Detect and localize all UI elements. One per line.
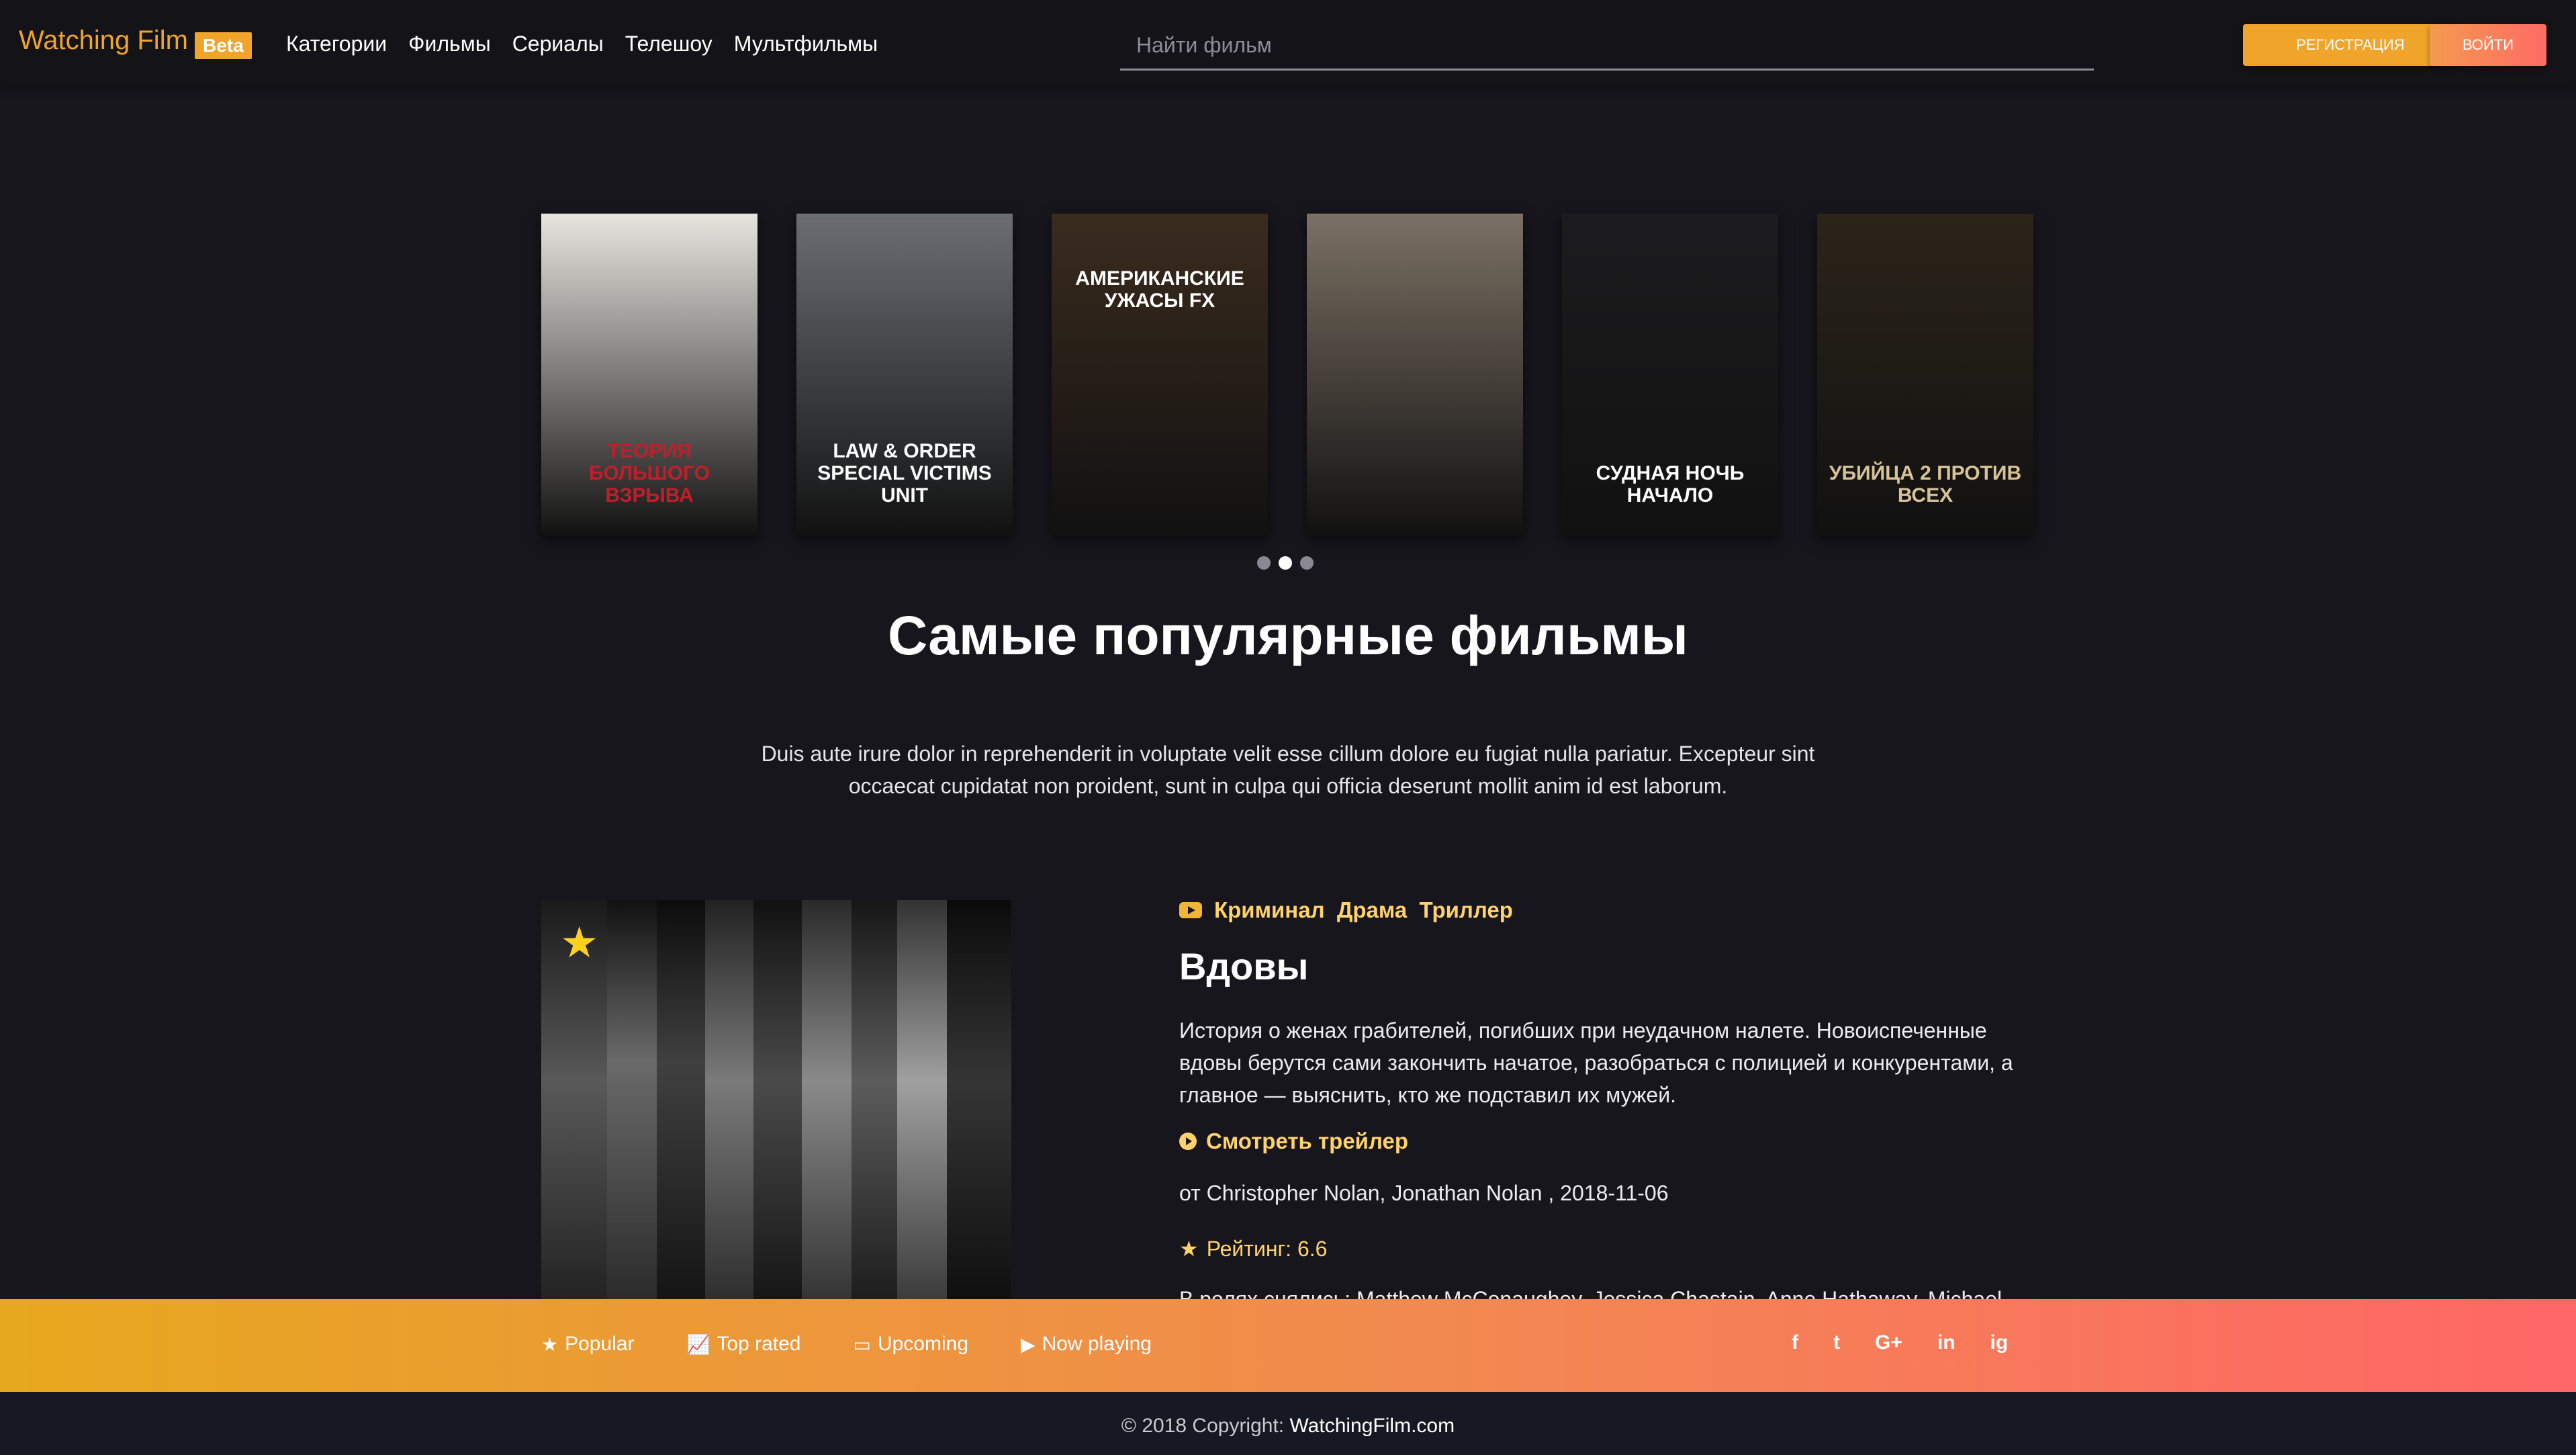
section-description: Duis aute irure dolor in reprehenderit i… [761, 742, 1815, 798]
carousel-poster[interactable]: УБИЙЦА 2 ПРОТИВ ВСЕХ [1817, 214, 2033, 536]
chart-icon: 📈 [686, 1333, 710, 1355]
carousel-dot[interactable] [1279, 556, 1292, 570]
google-plus-icon[interactable]: G+ [1875, 1331, 1902, 1354]
poster-title: ТЕОРИЯ БОЛЬШОГО ВЗРЫВА [588, 440, 710, 506]
carousel-poster[interactable]: СУДНАЯ НОЧЬ НАЧАЛО [1562, 214, 1778, 536]
register-button[interactable]: РЕГИСТРАЦИЯ [2243, 24, 2458, 66]
copyright-prefix: © 2018 Copyright: [1121, 1415, 1285, 1437]
facebook-icon[interactable]: f [1792, 1331, 1798, 1354]
carousel-dots [1257, 556, 1314, 570]
search-bar [1120, 20, 2094, 71]
footer-link-upcoming[interactable]: ▭ Upcoming [853, 1333, 968, 1356]
poster-title: АМЕРИКАНСКИЕ УЖАСЫ FX [1075, 267, 1244, 312]
section-title: Самые популярные фильмы [888, 605, 1688, 666]
footer-nav: ★ Popular 📈 Top rated ▭ Upcoming ▶ Now p… [0, 1299, 2576, 1392]
star-icon: ★ [1179, 1237, 1199, 1261]
carousel-dot[interactable] [1257, 556, 1271, 570]
brand-logo[interactable]: Watching Film [19, 26, 188, 56]
beta-badge: Beta [195, 32, 252, 59]
film-rating: ★ Рейтинг: 6.6 [1179, 1236, 1327, 1262]
footer-link-top-rated[interactable]: 📈 Top rated [687, 1333, 801, 1356]
social-links: f t G+ in ig [1792, 1331, 2008, 1354]
footer-link-now-playing[interactable]: ▶ Now playing [1021, 1333, 1152, 1356]
film-description: История о женах грабителей, погибших при… [1179, 1018, 2013, 1107]
poster-title: LAW & ORDER SPECIAL VICTIMS UNIT [817, 440, 992, 506]
footer-link-label: Now playing [1042, 1333, 1152, 1355]
carousel-dot[interactable] [1300, 556, 1314, 570]
film-meta: от Christopher Nolan, Jonathan Nolan , 2… [1179, 1181, 1669, 1205]
top-navbar: Watching Film Beta Категории Фильмы Сери… [0, 0, 2576, 86]
copyright-text: © 2018 Copyright: WatchingFilm.com [0, 1415, 2576, 1438]
search-input[interactable] [1135, 30, 2078, 60]
youtube-icon [1179, 902, 1202, 918]
film-poster[interactable]: ★ [541, 900, 1011, 1303]
copyright-site-link[interactable]: WatchingFilm.com [1289, 1415, 1455, 1437]
carousel-poster[interactable]: ТЕОРИЯ БОЛЬШОГО ВЗРЫВА [541, 214, 757, 536]
poster-title: СУДНАЯ НОЧЬ НАЧАЛО [1596, 462, 1745, 506]
nav-categories[interactable]: Категории [286, 32, 387, 56]
tv-icon: ▭ [853, 1333, 871, 1355]
twitter-icon[interactable]: t [1833, 1331, 1840, 1354]
carousel-poster[interactable]: LAW & ORDER SPECIAL VICTIMS UNIT [796, 214, 1013, 536]
film-title[interactable]: Вдовы [1179, 944, 1308, 988]
login-button[interactable]: ВОЙТИ [2430, 24, 2546, 66]
poster-title: УБИЙЦА 2 ПРОТИВ ВСЕХ [1829, 462, 2022, 506]
favorite-star-icon[interactable]: ★ [560, 918, 598, 968]
nav-series[interactable]: Сериалы [512, 32, 604, 56]
trailer-label: Смотреть трейлер [1206, 1129, 1408, 1153]
footer-link-label: Upcoming [877, 1333, 969, 1355]
footer-link-label: Popular [565, 1333, 635, 1355]
carousel-poster[interactable]: АМЕРИКАНСКИЕ УЖАСЫ FX [1052, 214, 1268, 536]
footer-link-label: Top rated [717, 1333, 801, 1355]
main-nav: Категории Фильмы Сериалы Телешоу Мультфи… [286, 32, 878, 56]
nav-tvshows[interactable]: Телешоу [625, 32, 712, 56]
carousel-poster[interactable] [1307, 214, 1523, 536]
footer-link-popular[interactable]: ★ Popular [541, 1333, 635, 1356]
nav-films[interactable]: Фильмы [408, 32, 491, 56]
star-icon: ★ [541, 1333, 559, 1355]
film-genres: Криминал Драма Триллер [1179, 897, 1513, 923]
play-icon: ▶ [1021, 1333, 1036, 1355]
play-circle-icon [1179, 1133, 1197, 1150]
watch-trailer-link[interactable]: Смотреть трейлер [1179, 1129, 1408, 1154]
linkedin-icon[interactable]: in [1937, 1331, 1956, 1354]
copyright-bar: © 2018 Copyright: WatchingFilm.com [0, 1392, 2576, 1455]
instagram-icon[interactable]: ig [1990, 1331, 2009, 1354]
rating-label: Рейтинг: 6.6 [1206, 1236, 1328, 1261]
genre-list[interactable]: Криминал Драма Триллер [1214, 897, 1513, 923]
nav-cartoons[interactable]: Мультфильмы [734, 32, 878, 56]
